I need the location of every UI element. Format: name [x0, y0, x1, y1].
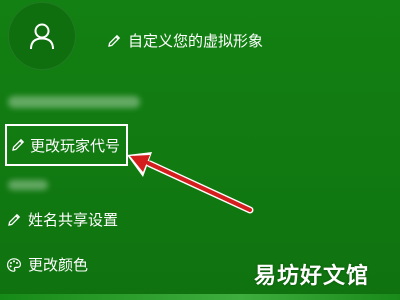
- customize-avatar-link[interactable]: 自定义您的虚拟形象: [106, 33, 263, 49]
- xbox-profile-panel: 自定义您的虚拟形象 更改玩家代号 姓名共享设置 更改颜色 易坊好文馆: [0, 0, 400, 300]
- pencil-icon: [108, 34, 121, 47]
- palette-icon: [6, 258, 22, 272]
- pencil-icon: [8, 213, 21, 226]
- name-sharing-link[interactable]: 姓名共享设置: [6, 212, 118, 228]
- person-icon: [30, 23, 54, 50]
- pencil-icon: [12, 138, 25, 151]
- watermark-text: 易坊好文馆: [254, 264, 370, 289]
- change-gamertag-button[interactable]: 更改玩家代号: [5, 124, 128, 166]
- bottom-highlight-bar: [0, 294, 400, 300]
- blurred-account-email: [8, 96, 140, 108]
- avatar[interactable]: [8, 2, 76, 70]
- name-sharing-label: 姓名共享设置: [28, 210, 119, 229]
- blurred-gamertag-value: [8, 180, 48, 190]
- change-gamertag-label: 更改玩家代号: [30, 136, 121, 155]
- change-color-label: 更改颜色: [28, 255, 89, 274]
- customize-avatar-label: 自定义您的虚拟形象: [128, 31, 264, 50]
- change-color-link[interactable]: 更改颜色: [6, 257, 88, 273]
